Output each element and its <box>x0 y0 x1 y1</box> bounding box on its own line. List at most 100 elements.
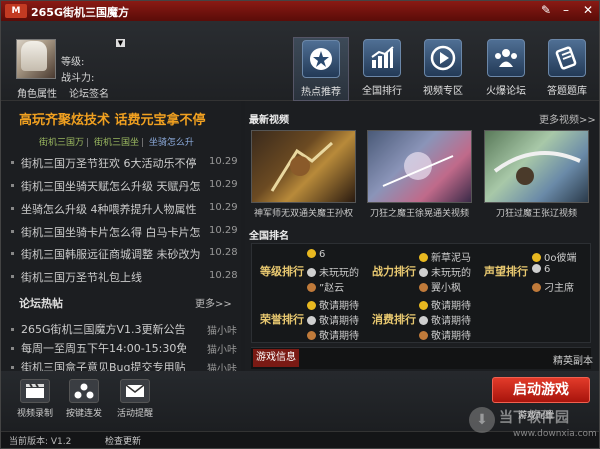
news-item[interactable]: 街机三国坐骑天赋怎么升级 天赋丹怎么 10.29 <box>11 176 239 196</box>
tab-elite-dungeon[interactable]: 精英副本 <box>553 352 593 367</box>
video-thumbnail[interactable] <box>251 130 356 203</box>
promo-link[interactable]: 坐骑怎么升 <box>149 138 194 148</box>
video-caption[interactable]: 神军师无双通关魔王孙权 <box>246 206 361 219</box>
close-button[interactable]: ✕ <box>579 2 597 19</box>
forum-post-author: 猫小咔 <box>207 326 237 337</box>
news-date: 10.29 <box>209 179 238 190</box>
level-label: 等级: <box>61 57 85 68</box>
news-item[interactable]: 街机三国坐骑卡片怎么得 白马卡片怎么 10.29 <box>11 222 239 242</box>
forum-section-title: 论坛热帖 <box>19 297 63 310</box>
check-update-link[interactable]: 检查更新 <box>105 434 141 447</box>
tool-label: 视频录制 <box>16 409 53 419</box>
news-date: 10.29 <box>209 202 238 213</box>
bronze-medal-icon <box>419 331 428 340</box>
rank-entry: 新草泥马 <box>419 249 471 264</box>
nav-label: 答题题库 <box>547 86 587 97</box>
rank-entry: 6 <box>307 249 325 260</box>
rank-entry: ”赵云 <box>307 279 344 294</box>
rank-entry: 刁主席 <box>532 279 574 294</box>
nav-hot-recommend[interactable]: 热点推荐 <box>293 37 349 101</box>
bullet <box>11 252 14 255</box>
rank-entry: 敬请期待 <box>307 297 359 312</box>
forum-post-title: 每周一至周五下午14:00-15:30免免在 <box>21 342 186 355</box>
nav-quiz-bank[interactable]: 答题题库 <box>539 37 595 101</box>
bullet <box>11 207 14 210</box>
promo-banner[interactable]: 高玩齐聚炫技术 话费元宝拿不停 <box>19 109 206 128</box>
nav-video-zone[interactable]: 视频专区 <box>415 37 471 101</box>
rank-entry: 敬请期待 <box>419 297 471 312</box>
rank-category[interactable]: 荣誉排行 <box>260 311 304 327</box>
news-title: 街机三国万圣节礼包上线 <box>21 271 142 284</box>
video-caption[interactable]: 刀狂之魔王徐晃通关视频 <box>362 206 477 219</box>
gold-medal-icon <box>307 301 316 310</box>
video-record-button[interactable]: 视频录制 <box>10 379 60 419</box>
app-logo-icon: M <box>5 4 27 18</box>
gold-medal-icon <box>532 253 541 262</box>
nav-label: 视频专区 <box>423 86 463 97</box>
settings-wrench-icon[interactable]: ✎ <box>537 2 555 19</box>
news-title: 街机三国韩服远征商城调整 未砂改为天 <box>21 248 201 261</box>
forum-post-title: 265G街机三国魔方V1.3更新公告 <box>21 323 186 336</box>
launch-game-button[interactable]: 启动游戏 <box>492 377 590 403</box>
silver-medal-icon <box>532 264 541 273</box>
download-icon: ⬇ <box>469 407 495 433</box>
role-attribute-link[interactable]: 角色属性 <box>17 85 57 100</box>
rank-entry: 6 <box>532 264 550 275</box>
gold-medal-icon <box>419 301 428 310</box>
silver-medal-icon <box>307 316 316 325</box>
news-item[interactable]: 街机三国万圣节狂欢 6大活动乐不停 10.29 <box>11 153 239 173</box>
video-thumbnail[interactable] <box>367 130 472 203</box>
promo-link[interactable]: 街机三国万 <box>39 138 84 148</box>
news-item[interactable]: 街机三国万圣节礼包上线 10.28 <box>11 267 239 287</box>
news-date: 10.28 <box>209 270 238 281</box>
rank-entry: 敬请期待 <box>419 327 471 342</box>
forum-more-link[interactable]: 更多>> <box>195 295 232 310</box>
forum-post-author: 猫小咔 <box>207 345 237 356</box>
rank-category[interactable]: 战力排行 <box>372 263 416 279</box>
rank-category[interactable]: 声望排行 <box>484 263 528 279</box>
news-date: 10.29 <box>209 225 238 236</box>
bronze-medal-icon <box>419 283 428 292</box>
news-item[interactable]: 坐骑怎么升级 4种喂养提升人物属性 10.29 <box>11 199 239 219</box>
video-more-link[interactable]: 更多视频>> <box>539 111 596 126</box>
news-date: 10.29 <box>209 156 238 167</box>
bullet <box>11 366 14 369</box>
video-section-title: 最新视频 <box>249 115 289 126</box>
tool-label: 按键连发 <box>65 409 102 419</box>
rank-category[interactable]: 消费排行 <box>372 311 416 327</box>
bullet <box>11 184 14 187</box>
news-date: 10.28 <box>209 247 238 258</box>
nav-label: 全国排行 <box>362 86 402 97</box>
minimize-button[interactable]: – <box>557 2 575 19</box>
forum-post[interactable]: 每周一至周五下午14:00-15:30免免在 猫小咔 <box>11 340 239 360</box>
keys-icon <box>69 379 99 403</box>
silver-medal-icon <box>419 316 428 325</box>
rank-entry: 敬请期待 <box>419 312 471 327</box>
avatar-portrait <box>21 41 47 71</box>
forum-signature-link[interactable]: 论坛签名 <box>69 85 109 100</box>
promo-link[interactable]: 街机三国坐 <box>94 138 139 148</box>
bronze-medal-icon <box>307 331 316 340</box>
book-icon <box>548 39 586 77</box>
bullet <box>11 275 14 278</box>
key-repeat-button[interactable]: 按键连发 <box>59 379 109 419</box>
bullet <box>11 161 14 164</box>
video-caption[interactable]: 刀狂过魔王张辽视频 <box>479 206 594 219</box>
rank-entry: 未玩玩的 <box>307 264 359 279</box>
rank-entry: 翼小枫 <box>419 279 461 294</box>
info-tab-bar <box>251 347 591 369</box>
rank-category[interactable]: 等级排行 <box>260 263 304 279</box>
bronze-medal-icon <box>532 283 541 292</box>
profile-dropdown-button[interactable]: ▼ <box>116 39 125 47</box>
forum-post[interactable]: 265G街机三国魔方V1.3更新公告 猫小咔 <box>11 321 239 341</box>
event-reminder-button[interactable]: 活动提醒 <box>110 379 160 419</box>
bronze-medal-icon <box>307 283 316 292</box>
news-item[interactable]: 街机三国韩服远征商城调整 未砂改为天 10.28 <box>11 244 239 264</box>
nav-national-rank[interactable]: 全国排行 <box>354 37 410 101</box>
video-thumbnail[interactable] <box>484 130 589 203</box>
silver-medal-icon <box>419 268 428 277</box>
bullet <box>11 328 14 331</box>
tab-game-info[interactable]: 游戏信息 <box>253 349 299 367</box>
nav-hot-forum[interactable]: 火爆论坛 <box>478 37 534 101</box>
rank-entry: 0o彼端 <box>532 249 576 264</box>
